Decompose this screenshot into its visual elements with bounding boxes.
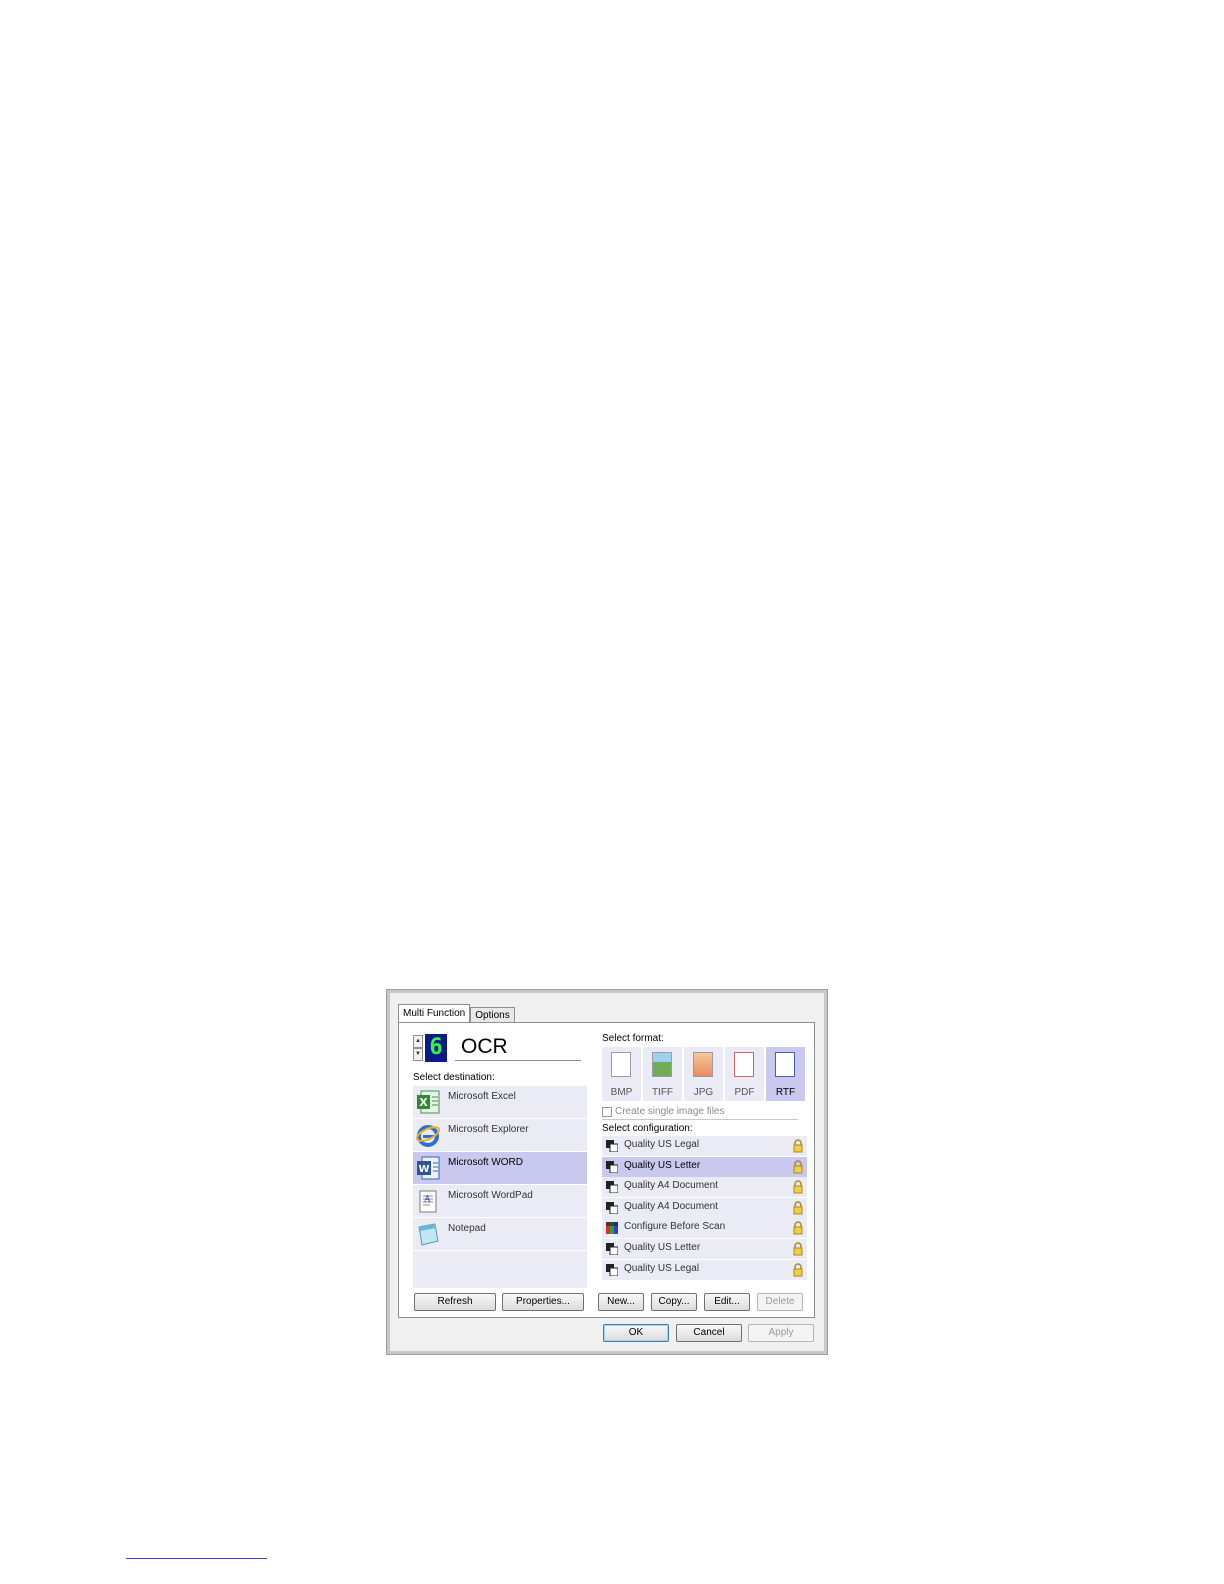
word-icon: W (417, 1156, 440, 1180)
format-separator (602, 1119, 798, 1120)
configuration-name: Quality A4 Document (624, 1180, 718, 1192)
lock-icon (793, 1221, 803, 1235)
format-label: BMP (610, 1087, 633, 1098)
create-single-image-files-checkbox[interactable] (602, 1106, 612, 1117)
format-label: JPG (693, 1087, 714, 1098)
configuration-name: Quality US Letter (624, 1159, 701, 1171)
bw-scan-icon (606, 1160, 618, 1173)
destination-list[interactable]: X Microsoft Excel Microsoft Explorer W M… (413, 1086, 587, 1288)
select-format-label: Select format: (602, 1033, 664, 1044)
button-name: OCR (455, 1033, 581, 1061)
bw-scan-icon (606, 1201, 618, 1214)
destination-name: Microsoft WordPad (448, 1190, 533, 1201)
lock-icon (793, 1262, 803, 1277)
edit-button[interactable]: Edit... (704, 1293, 750, 1311)
bw-scan-icon (606, 1181, 618, 1194)
excel-icon: X (417, 1090, 440, 1114)
configuration-name: Quality A4 Document (624, 1200, 718, 1212)
multi-function-panel: ▲ ▼ 6 OCR Select destination: X Microsof… (398, 1022, 815, 1318)
format-pdf[interactable]: PDF (725, 1047, 764, 1101)
spin-down-icon[interactable]: ▼ (413, 1048, 423, 1061)
destination-name: Microsoft WORD (448, 1157, 523, 1168)
pdf-file-icon (734, 1052, 754, 1077)
format-label: RTF (775, 1087, 796, 1098)
format-tiff[interactable]: TIFF (643, 1047, 682, 1101)
rtf-file-icon (775, 1052, 795, 1077)
lock-icon (793, 1180, 803, 1194)
properties-button[interactable]: Properties... (502, 1293, 584, 1311)
bw-scan-icon (606, 1263, 618, 1276)
bw-scan-icon (606, 1242, 618, 1255)
configuration-name: Quality US Legal (624, 1139, 700, 1150)
bmp-file-icon (611, 1052, 631, 1077)
configuration-name: Configure Before Scan (624, 1221, 726, 1233)
configuration-item[interactable]: Quality US Letter (602, 1238, 807, 1259)
destination-name: Microsoft Excel (448, 1091, 516, 1102)
spin-up-icon[interactable]: ▲ (413, 1035, 423, 1048)
destination-item-word[interactable]: W Microsoft WORD (413, 1152, 587, 1185)
lock-icon (793, 1159, 803, 1174)
configuration-item[interactable]: Quality US Letter (602, 1156, 807, 1177)
wordpad-icon: A (419, 1190, 437, 1213)
tiff-file-icon (652, 1052, 672, 1077)
svg-text:A: A (423, 1195, 431, 1205)
new-button[interactable]: New... (598, 1293, 644, 1311)
button-number-display: 6 (425, 1034, 447, 1062)
color-scan-icon (606, 1222, 618, 1235)
tab-multi-function[interactable]: Multi Function (398, 1004, 471, 1022)
configuration-list[interactable]: Quality US Legal Quality US Letter Quali… (602, 1136, 807, 1280)
configuration-item[interactable]: Quality US Legal (602, 1259, 807, 1280)
scanner-properties-dialog: Multi Function Options ▲ ▼ 6 OCR Select … (386, 989, 828, 1355)
tab-strip: Multi Function Options (398, 1004, 515, 1022)
footnote-rule (126, 1558, 267, 1559)
refresh-button[interactable]: Refresh (414, 1293, 496, 1311)
configuration-item[interactable]: Quality A4 Document (602, 1177, 807, 1198)
cancel-button[interactable]: Cancel (676, 1324, 742, 1342)
apply-button[interactable]: Apply (748, 1324, 814, 1342)
lock-icon (793, 1201, 803, 1215)
create-single-image-files-label: Create single image files (615, 1106, 725, 1117)
internet-explorer-icon (415, 1125, 441, 1147)
destination-item-wordpad[interactable]: A Microsoft WordPad (413, 1185, 587, 1218)
destination-name: Microsoft Explorer (448, 1124, 529, 1135)
svg-text:W: W (418, 1164, 429, 1175)
configuration-item[interactable]: Quality A4 Document (602, 1197, 807, 1218)
format-rtf[interactable]: RTF (766, 1047, 805, 1101)
configuration-item[interactable]: Configure Before Scan (602, 1218, 807, 1239)
configuration-item[interactable]: Quality US Legal (602, 1136, 807, 1156)
format-label: TIFF (651, 1087, 674, 1098)
ok-button[interactable]: OK (603, 1324, 669, 1342)
svg-text:X: X (419, 1096, 428, 1109)
notepad-icon (418, 1223, 439, 1246)
configuration-name: Quality US Letter (624, 1241, 701, 1253)
tab-options[interactable]: Options (470, 1007, 515, 1022)
destination-item-excel[interactable]: X Microsoft Excel (413, 1086, 587, 1119)
lock-icon (793, 1242, 803, 1256)
destination-name: Notepad (448, 1223, 486, 1234)
select-destination-label: Select destination: (413, 1072, 495, 1083)
destination-item-explorer[interactable]: Microsoft Explorer (413, 1119, 587, 1152)
format-bmp[interactable]: BMP (602, 1047, 641, 1101)
delete-button[interactable]: Delete (757, 1293, 803, 1311)
format-label: PDF (734, 1087, 755, 1098)
format-list: BMP TIFF JPG PDF RTF (602, 1047, 807, 1101)
select-configuration-label: Select configuration: (602, 1123, 693, 1134)
create-single-image-files-row: Create single image files (602, 1106, 725, 1117)
lock-icon (793, 1139, 803, 1153)
jpg-file-icon (693, 1052, 713, 1077)
button-spinner[interactable]: ▲ ▼ (413, 1035, 423, 1061)
format-jpg[interactable]: JPG (684, 1047, 723, 1101)
destination-item-notepad[interactable]: Notepad (413, 1218, 587, 1251)
configuration-name: Quality US Legal (624, 1262, 700, 1274)
copy-button[interactable]: Copy... (651, 1293, 697, 1311)
bw-scan-icon (606, 1140, 618, 1152)
